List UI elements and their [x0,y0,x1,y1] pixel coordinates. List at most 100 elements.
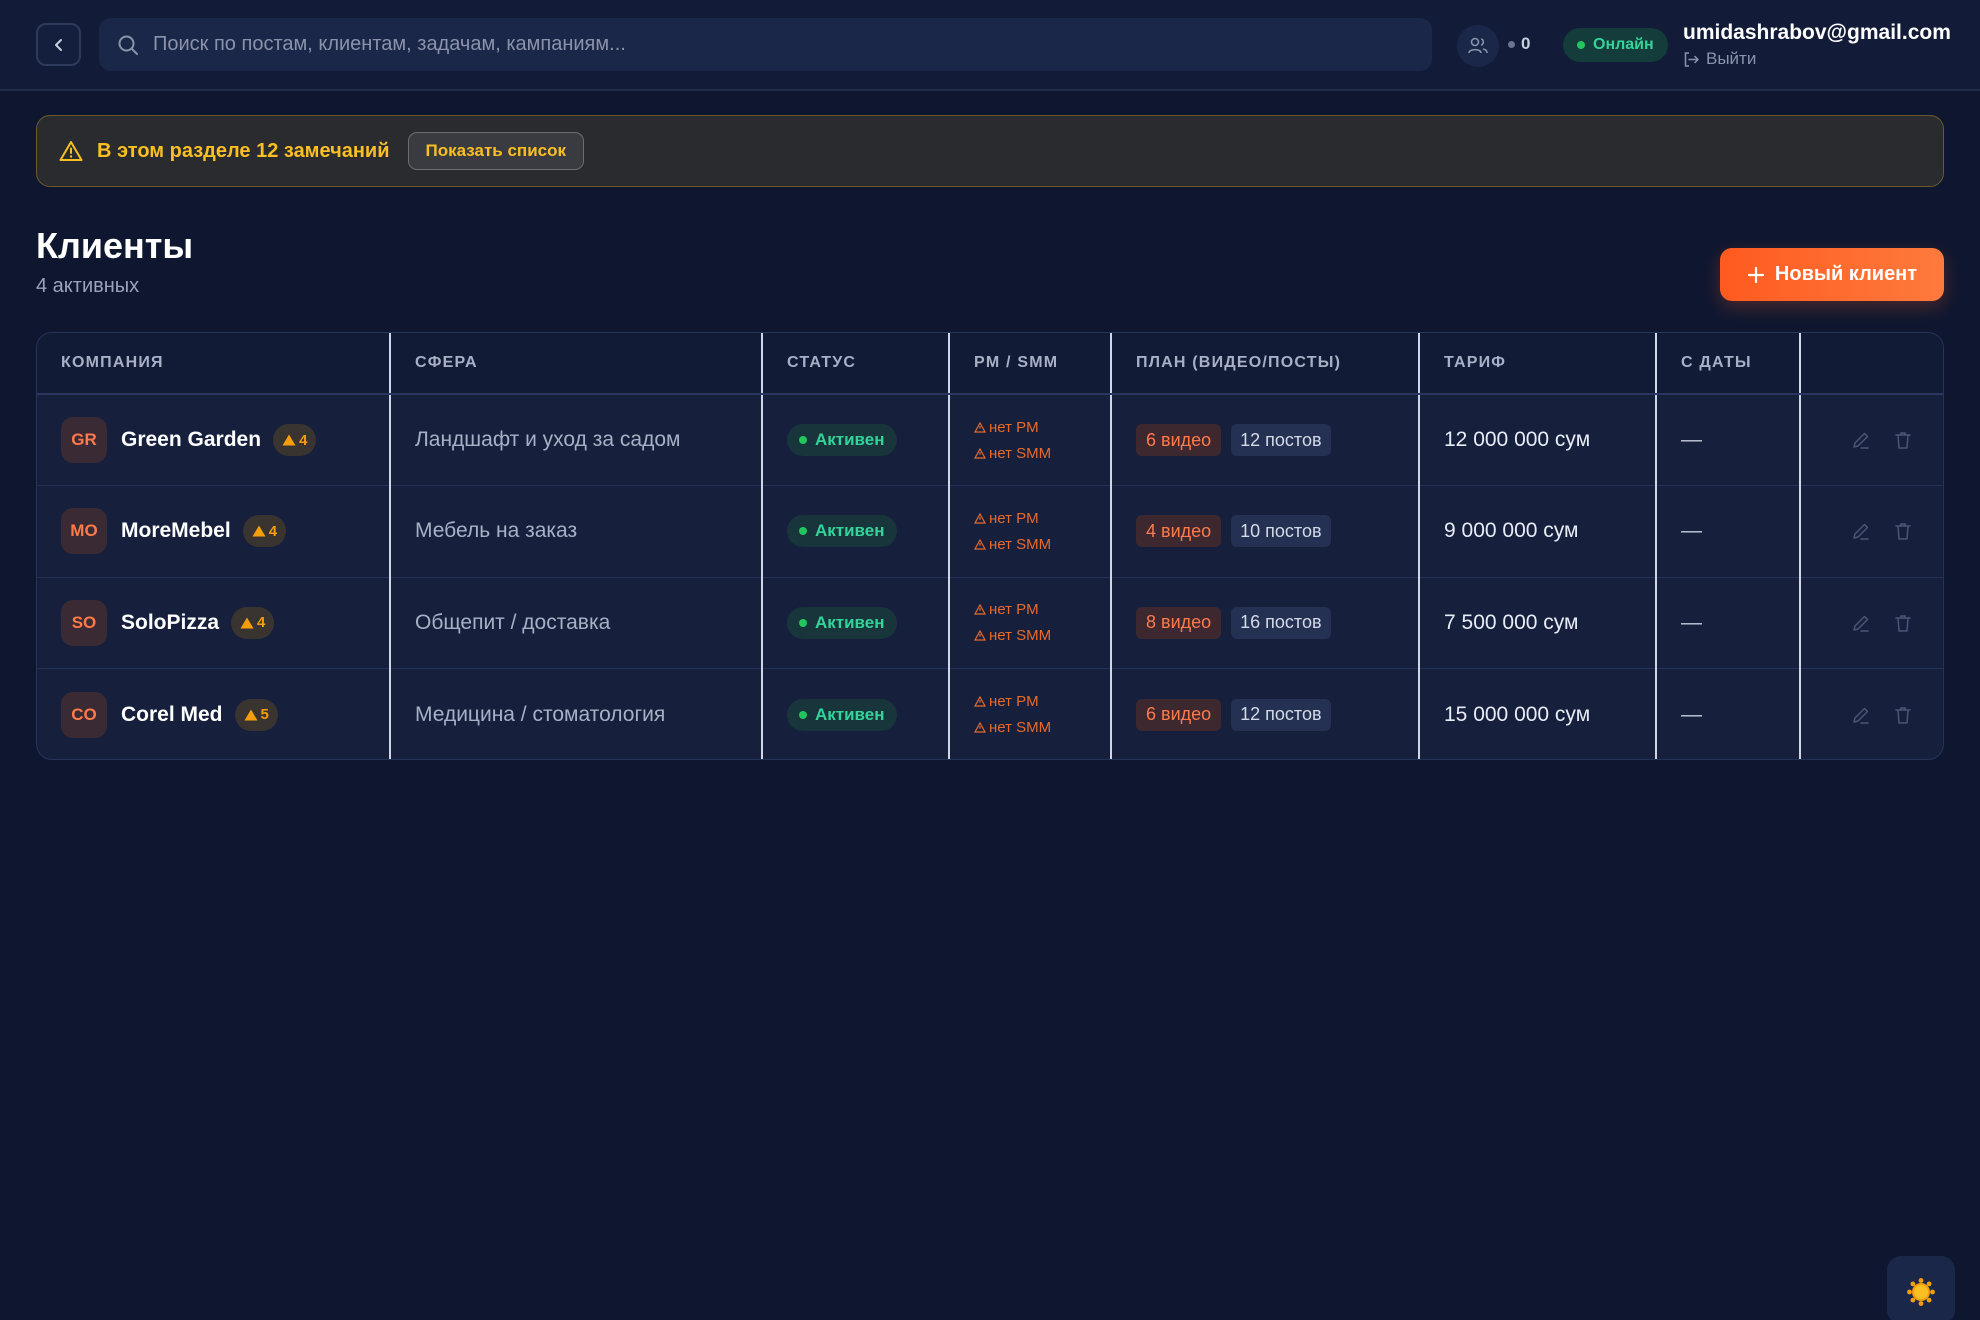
edit-button[interactable] [1849,428,1873,452]
pm-smm-cell: нет PM нет SMM [949,394,1112,486]
col-plan[interactable]: ПЛАН (ВИДЕО/ПОСТЫ) [1111,333,1420,395]
search-icon [118,35,138,55]
sphere-text: Общепит / доставка [415,610,611,634]
pm-label: нет PM [989,601,1039,619]
sphere-cell: Общепит / доставка [390,577,763,669]
actions-cell [1800,394,1943,486]
online-label: Онлайн [1593,36,1654,53]
warnings-badge[interactable]: 4 [231,606,275,639]
delete-button[interactable] [1891,611,1915,635]
warning-triangle-icon [974,538,986,550]
smm-label: нет SMM [989,444,1052,462]
company-cell: CO Corel Med 5 [37,668,391,759]
table-row[interactable]: CO Corel Med 5 Медицина / стоматология А… [37,668,1943,759]
pm-missing: нет PM [974,419,1110,436]
col-company[interactable]: КОМПАНИЯ [37,333,391,395]
trash-icon [1895,432,1911,449]
company-cell: GR Green Garden 4 [37,394,391,486]
search-input[interactable] [153,33,1353,56]
warning-triangle-icon [59,141,83,161]
online-status-badge: Онлайн [1563,28,1668,62]
page-title: Клиенты [36,225,194,266]
warning-triangle-icon [974,604,986,615]
col-tariff[interactable]: ТАРИФ [1419,333,1657,395]
online-dot [1577,41,1585,49]
edit-button[interactable] [1849,611,1873,635]
show-list-button[interactable]: Показать список [407,132,584,170]
warnings-count: 4 [268,522,278,540]
pm-smm-cell: нет PM нет SMM [949,668,1112,759]
page-subtitle: 4 активных [36,275,140,297]
table-row[interactable]: SO SoloPizza 4 Общепит / доставка Активе… [37,577,1943,669]
col-pm-smm[interactable]: PM / SMM [949,333,1112,395]
user-email: umidashrabov@gmail.com [1683,21,1951,44]
col-sphere[interactable]: СФЕРА [390,333,763,395]
company-avatar: GR [61,417,107,463]
status-label: Активен [815,612,885,632]
company-name[interactable]: SoloPizza [121,611,219,635]
pm-missing: нет PM [974,601,1110,618]
plan-cell: 8 видео 16 постов [1111,577,1420,669]
table-row[interactable]: GR Green Garden 4 Ландшафт и уход за сад… [37,394,1943,486]
tariff-cell: 12 000 000 сум [1419,394,1657,486]
online-users-count: 0 [1508,34,1530,54]
since-value: — [1681,428,1702,451]
logout-link[interactable]: Выйти [1683,49,1756,69]
posts-chip: 12 постов [1231,698,1331,731]
company-name[interactable]: MoreMebel [121,519,231,543]
warning-triangle-icon [974,447,986,459]
pencil-icon [1853,524,1869,540]
since-value: — [1681,519,1702,543]
actions-cell [1800,485,1943,578]
pm-missing: нет PM [974,510,1110,527]
status-badge: Активен [787,515,897,548]
pencil-icon [1853,707,1869,724]
company-avatar: MO [61,508,107,555]
online-users-button[interactable] [1457,25,1499,67]
back-button[interactable] [36,23,81,66]
company-name[interactable]: Corel Med [121,703,223,727]
col-status[interactable]: СТАТУС [762,333,950,395]
warning-triangle-icon [252,525,266,537]
tariff-value: 15 000 000 сум [1444,702,1591,726]
table-header-row: КОМПАНИЯ СФЕРА СТАТУС PM / SMM ПЛАН (ВИД… [37,333,1943,395]
smm-missing: нет SMM [974,445,1110,462]
smm-label: нет SMM [989,719,1052,736]
warnings-badge[interactable]: 4 [242,515,287,548]
company-name[interactable]: Green Garden [121,428,261,452]
status-dot [799,436,807,444]
company-avatar: SO [61,599,107,646]
table-row[interactable]: MO MoreMebel 4 Мебель на заказ Активен н… [37,485,1943,578]
status-badge: Активен [787,424,897,456]
edit-button[interactable] [1849,703,1873,727]
col-since[interactable]: С ДАТЫ [1656,333,1801,395]
chevron-left-icon [54,38,62,51]
pencil-icon [1853,615,1869,632]
warnings-badge[interactable]: 4 [273,424,317,456]
new-client-button[interactable]: Новый клиент [1720,248,1944,301]
status-label: Активен [815,521,885,541]
delete-button[interactable] [1891,703,1915,727]
trash-icon [1895,706,1911,724]
status-cell: Активен [762,668,950,759]
trash-icon [1895,615,1911,632]
status-badge: Активен [787,606,897,639]
posts-chip: 16 постов [1231,606,1331,639]
smm-label: нет SMM [989,535,1052,553]
videos-chip: 8 видео [1136,606,1222,639]
company-avatar: CO [61,691,107,738]
warnings-badge[interactable]: 5 [234,698,278,731]
theme-toggle-button[interactable] [1887,1256,1955,1320]
delete-button[interactable] [1891,428,1915,452]
warning-triangle-icon [244,709,258,720]
warnings-banner: В этом разделе 12 замечаний Показать спи… [36,115,1944,187]
warning-triangle-icon [974,512,986,524]
status-dot [799,527,807,536]
edit-button[interactable] [1849,519,1873,543]
pm-smm-cell: нет PM нет SMM [949,577,1112,669]
top-bar: 0 Онлайн umidashrabov@gmail.com Выйти [0,0,1980,91]
company-cell: SO SoloPizza 4 [37,577,391,669]
warning-triangle-icon [974,421,986,433]
pm-missing: нет PM [974,693,1110,710]
delete-button[interactable] [1891,519,1915,543]
